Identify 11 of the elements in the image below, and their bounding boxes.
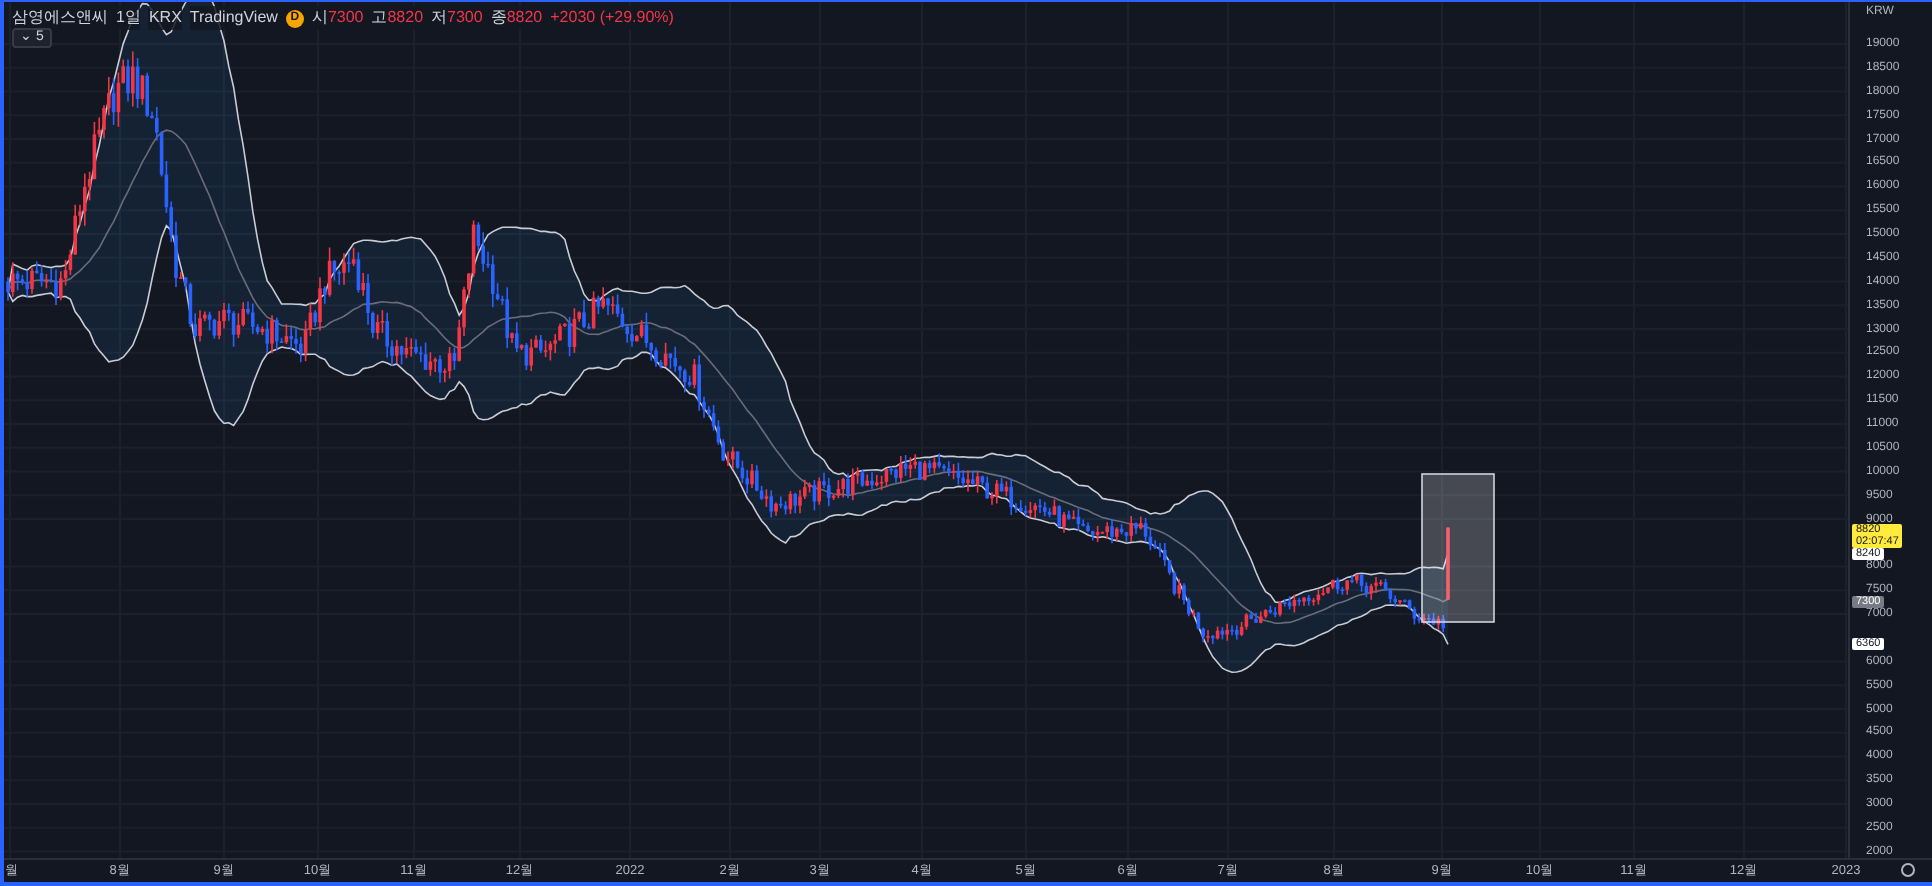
ohlc-value: 고8820: [371, 6, 424, 30]
symbol-title: 삼영에스앤씨: [12, 6, 108, 30]
interval-label[interactable]: 1일: [116, 6, 141, 30]
ohlc-value: 저7300: [431, 6, 483, 30]
ohlc-value: 종8820: [490, 6, 543, 30]
highlight-rectangle[interactable]: [1421, 473, 1495, 623]
change-value: +2030 (+29.90%): [550, 6, 674, 30]
settings-icon[interactable]: [1900, 862, 1916, 878]
exchange-label: KRX: [148, 6, 182, 30]
source-label: TradingView: [189, 6, 278, 30]
ohlc-value: 시7300: [311, 6, 364, 30]
